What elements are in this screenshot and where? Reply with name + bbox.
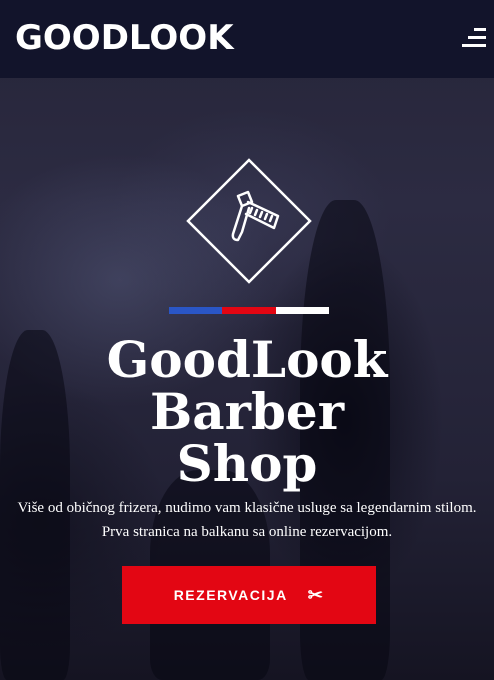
- site-header: GOODLOOK: [0, 0, 494, 78]
- hamburger-menu-icon[interactable]: [462, 26, 486, 50]
- flag-red-stripe: [222, 307, 276, 314]
- hero-section: GoodLook Barber Shop Više od običnog fri…: [0, 0, 494, 680]
- hero-title-line: GoodLook: [106, 330, 388, 389]
- flag-blue-stripe: [169, 307, 223, 314]
- site-logo[interactable]: GOODLOOK: [15, 18, 234, 58]
- hero-title-line: Shop: [176, 434, 318, 493]
- straight-razor-icon: [186, 158, 312, 284]
- hero-subtitle-line: Više od običnog frizera, nudimo vam klas…: [17, 500, 477, 516]
- scissors-icon: ✂: [307, 585, 325, 605]
- reservation-button-label: REZERVACIJA: [173, 587, 288, 603]
- flag-white-stripe: [275, 307, 329, 314]
- reservation-button[interactable]: REZERVACIJA ✂: [122, 566, 376, 624]
- hero-title: GoodLook Barber Shop: [0, 334, 494, 490]
- hero-subtitle-line: Prva stranica na balkanu sa online rezer…: [101, 524, 393, 540]
- hero-title-line: Barber: [149, 382, 345, 441]
- hero-subtitle: Više od običnog frizera, nudimo vam klas…: [0, 496, 494, 544]
- flag-stripe: [169, 307, 329, 314]
